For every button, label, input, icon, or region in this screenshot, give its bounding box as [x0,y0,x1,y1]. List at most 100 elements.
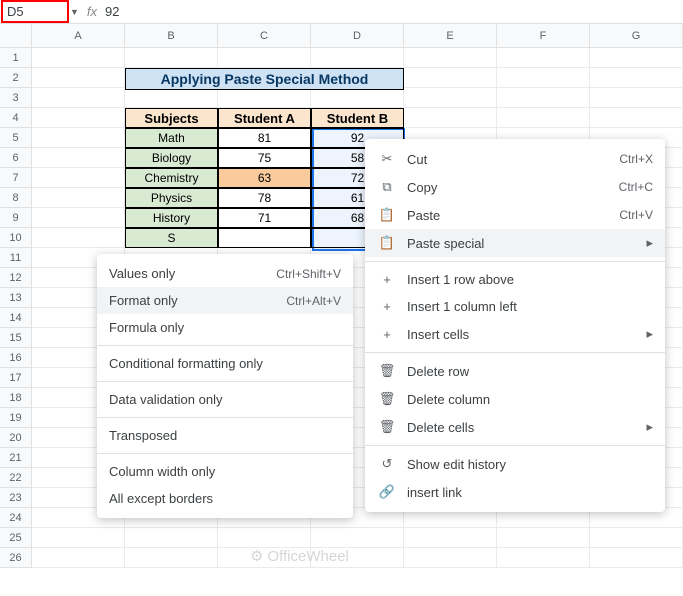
row-header[interactable]: 5 [0,128,32,148]
row-header[interactable]: 1 [0,48,32,68]
cell[interactable] [404,88,497,108]
row-header[interactable]: 6 [0,148,32,168]
data-cell[interactable]: Subjects [125,108,218,128]
cell[interactable] [32,148,125,168]
formula-bar[interactable]: 92 [105,4,119,19]
cell[interactable] [218,88,311,108]
row-header[interactable]: 23 [0,488,32,508]
data-cell[interactable]: 63 [218,168,311,188]
menu-paste-special[interactable]: 📋Paste special▸ [365,229,665,257]
row-header[interactable]: 25 [0,528,32,548]
cell[interactable] [311,48,404,68]
col-header[interactable]: D [311,24,404,48]
row-header[interactable]: 15 [0,328,32,348]
menu-delete-col[interactable]: 🗑Delete column [365,385,665,413]
row-header[interactable]: 2 [0,68,32,88]
data-cell[interactable]: Applying Paste Special Method [125,68,404,90]
row-header[interactable]: 20 [0,428,32,448]
data-cell[interactable]: 75 [218,148,311,168]
col-header[interactable]: E [404,24,497,48]
cell[interactable] [32,208,125,228]
cell[interactable] [404,528,497,548]
row-header[interactable]: 22 [0,468,32,488]
row-header[interactable]: 4 [0,108,32,128]
cell[interactable] [125,88,218,108]
row-header[interactable]: 16 [0,348,32,368]
cell[interactable] [404,108,497,128]
submenu-format-only[interactable]: Format onlyCtrl+Alt+V [97,287,353,314]
cell[interactable] [497,48,590,68]
row-header[interactable]: 12 [0,268,32,288]
row-header[interactable]: 18 [0,388,32,408]
data-cell[interactable]: Chemistry [125,168,218,188]
col-header[interactable]: A [32,24,125,48]
col-header[interactable]: C [218,24,311,48]
col-header[interactable]: G [590,24,683,48]
row-header[interactable]: 11 [0,248,32,268]
data-cell[interactable]: Math [125,128,218,148]
submenu-all-except-borders[interactable]: All except borders [97,485,353,512]
cell[interactable] [497,528,590,548]
data-cell[interactable]: 78 [218,188,311,208]
submenu-conditional-formatting[interactable]: Conditional formatting only [97,350,353,377]
row-header[interactable]: 13 [0,288,32,308]
cell[interactable] [311,88,404,108]
row-header[interactable]: 24 [0,508,32,528]
data-cell[interactable]: Physics [125,188,218,208]
cell[interactable] [32,48,125,68]
menu-show-history[interactable]: ↺Show edit history [365,450,665,478]
data-cell[interactable]: S [125,228,218,248]
data-cell[interactable]: Biology [125,148,218,168]
menu-insert-col[interactable]: +Insert 1 column left [365,293,665,320]
cell[interactable] [32,88,125,108]
cell[interactable] [404,48,497,68]
cell[interactable] [311,528,404,548]
data-cell[interactable]: 81 [218,128,311,148]
cell[interactable] [590,88,683,108]
col-header[interactable]: F [497,24,590,48]
cell[interactable] [32,228,125,248]
row-header[interactable]: 10 [0,228,32,248]
submenu-formula-only[interactable]: Formula only [97,314,353,341]
cell[interactable] [218,48,311,68]
data-cell[interactable]: Student A [218,108,311,128]
cell[interactable] [125,528,218,548]
cell[interactable] [497,548,590,568]
data-cell[interactable]: 71 [218,208,311,228]
cell[interactable] [590,48,683,68]
menu-delete-cells[interactable]: 🗑Delete cells▸ [365,413,665,441]
cell[interactable] [125,48,218,68]
cell[interactable] [32,128,125,148]
row-header[interactable]: 9 [0,208,32,228]
row-header[interactable]: 17 [0,368,32,388]
col-header[interactable]: B [125,24,218,48]
cell[interactable] [590,108,683,128]
cell[interactable] [590,68,683,88]
cell[interactable] [32,548,125,568]
cell[interactable] [125,548,218,568]
row-header[interactable]: 7 [0,168,32,188]
cell[interactable] [32,68,125,88]
cell[interactable] [32,168,125,188]
cell[interactable] [218,528,311,548]
row-header[interactable]: 8 [0,188,32,208]
row-header[interactable]: 26 [0,548,32,568]
menu-paste[interactable]: 📋PasteCtrl+V [365,201,665,229]
cell[interactable] [32,528,125,548]
menu-copy[interactable]: ⧉CopyCtrl+C [365,173,665,201]
row-header[interactable]: 21 [0,448,32,468]
cell[interactable] [590,548,683,568]
row-header[interactable]: 3 [0,88,32,108]
data-cell[interactable]: History [125,208,218,228]
row-header[interactable]: 19 [0,408,32,428]
cell[interactable] [32,188,125,208]
data-cell[interactable] [218,228,311,248]
cell[interactable] [404,548,497,568]
submenu-data-validation[interactable]: Data validation only [97,386,353,413]
submenu-values-only[interactable]: Values onlyCtrl+Shift+V [97,260,353,287]
menu-insert-cells[interactable]: +Insert cells▸ [365,320,665,348]
row-header[interactable]: 14 [0,308,32,328]
cell[interactable] [32,108,125,128]
menu-insert-link[interactable]: 🔗insert link [365,478,665,506]
name-box[interactable]: D5 [1,0,69,23]
